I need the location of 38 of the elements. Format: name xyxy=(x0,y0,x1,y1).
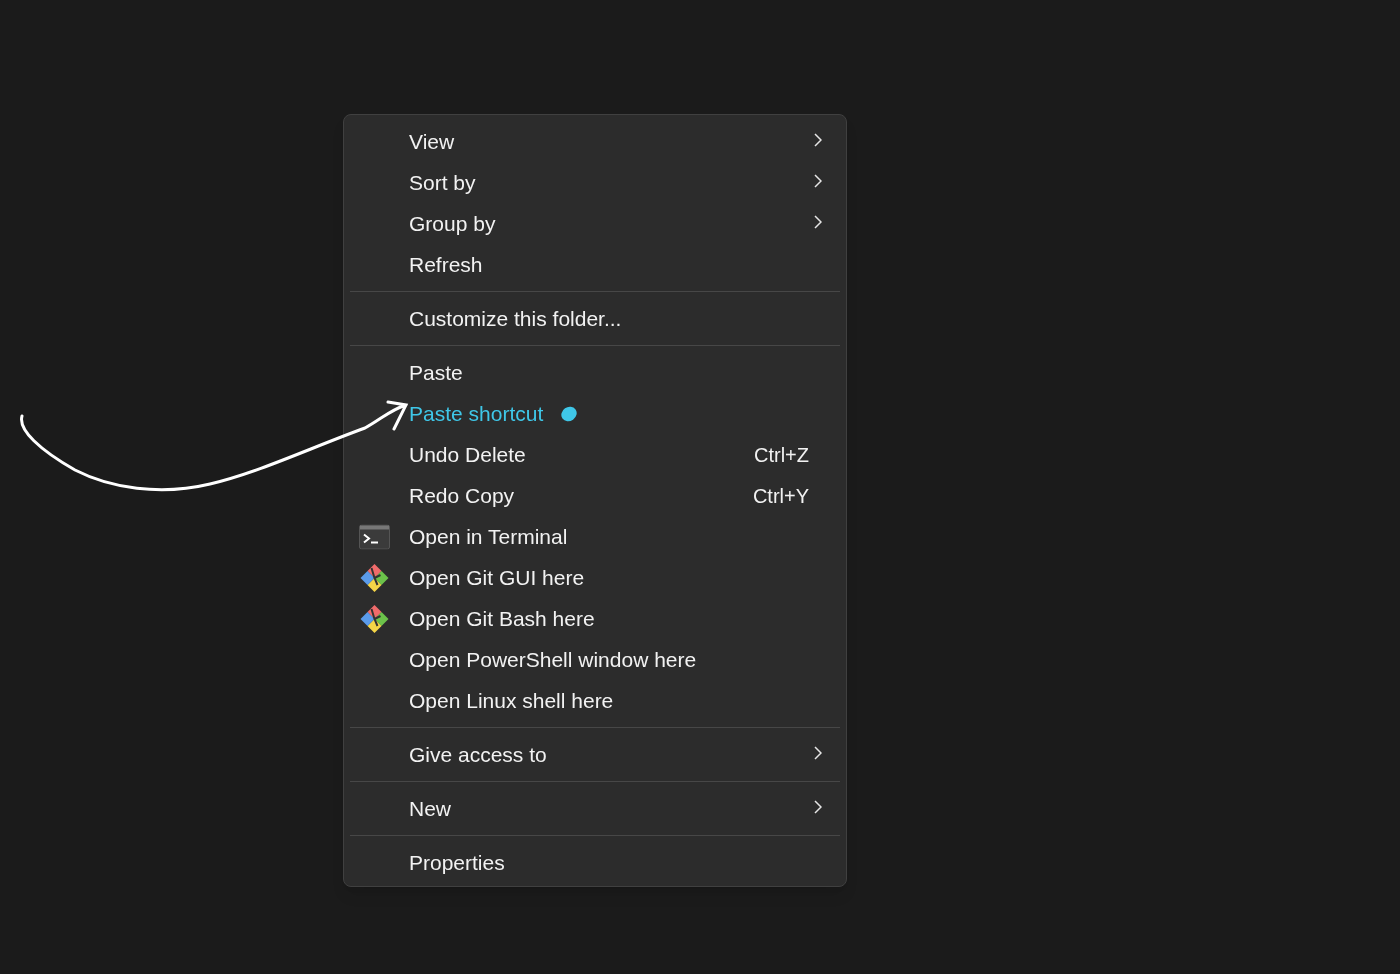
menu-item[interactable]: Open Git GUI here xyxy=(344,557,846,598)
menu-item[interactable]: Give access to xyxy=(344,734,846,775)
menu-item[interactable]: Undo Delete Ctrl+Z xyxy=(344,434,846,475)
menu-item-label: Paste xyxy=(409,359,463,386)
menu-item-label: Redo Copy xyxy=(409,482,515,509)
menu-item[interactable]: View xyxy=(344,121,846,162)
menu-item[interactable]: Paste xyxy=(344,352,846,393)
menu-item-label: Open PowerShell window here xyxy=(409,646,697,673)
menu-item-label: Properties xyxy=(409,849,505,876)
menu-item[interactable]: Open PowerShell window here xyxy=(344,639,846,680)
menu-item-label: Refresh xyxy=(409,251,483,278)
menu-item[interactable]: Open in Terminal xyxy=(344,516,846,557)
menu-item-label: Open in Terminal xyxy=(409,523,568,550)
menu-item[interactable]: Sort by xyxy=(344,162,846,203)
menu-item-label: Give access to xyxy=(409,741,547,768)
menu-item-label: Open Linux shell here xyxy=(409,687,614,714)
menu-item-label: Open Git Bash here xyxy=(409,605,595,632)
menu-item-label: Sort by xyxy=(409,169,476,196)
menu-item[interactable]: Open Git Bash here xyxy=(344,598,846,639)
menu-item-label: View xyxy=(409,128,455,155)
menu-item[interactable]: Redo Copy Ctrl+Y xyxy=(344,475,846,516)
menu-item[interactable]: Properties xyxy=(344,842,846,883)
menu-item-label: Open Git GUI here xyxy=(409,564,585,591)
menu-item-label: Paste shortcut xyxy=(409,400,544,427)
menu-item-label: Customize this folder... xyxy=(409,305,622,332)
menu-item[interactable]: Refresh xyxy=(344,244,846,285)
menu-item[interactable]: Paste shortcut xyxy=(344,393,846,434)
menu-item[interactable]: Group by xyxy=(344,203,846,244)
menu-item[interactable]: Customize this folder... xyxy=(344,298,846,339)
terminal-icon xyxy=(359,524,390,549)
menu-item-label: Undo Delete xyxy=(409,441,526,468)
menu-item-label: New xyxy=(409,795,451,822)
menu-item[interactable]: Open Linux shell here xyxy=(344,680,846,721)
git-icon xyxy=(359,603,390,634)
menu-item[interactable]: New xyxy=(344,788,846,829)
git-icon xyxy=(359,562,390,593)
menu-item-label: Group by xyxy=(409,210,496,237)
highlight-marker-icon xyxy=(560,404,579,423)
